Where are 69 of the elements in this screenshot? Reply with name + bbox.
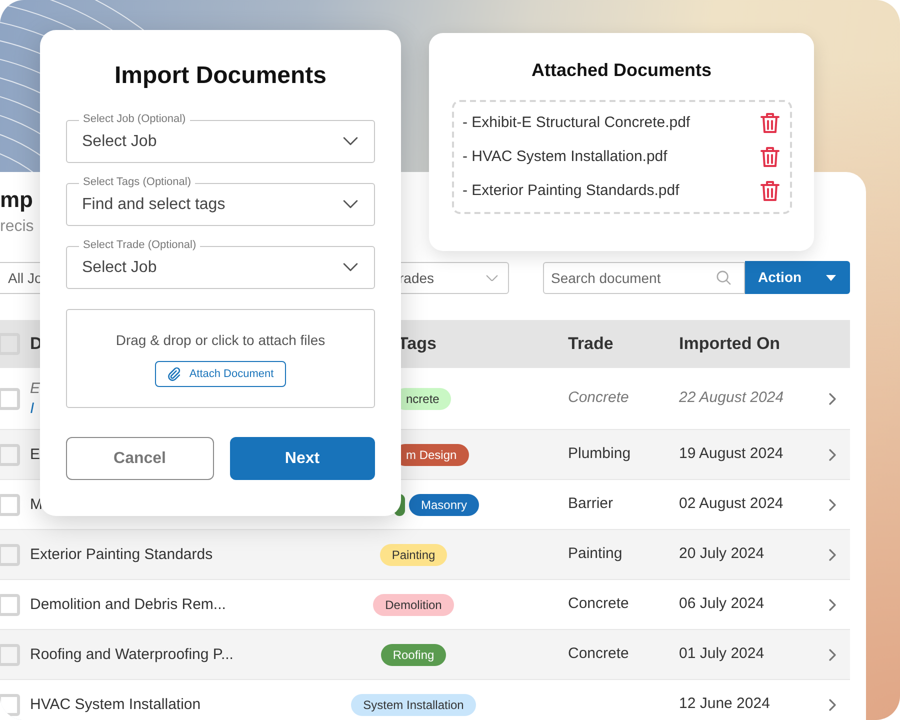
chevron-down-icon	[343, 263, 358, 272]
table-cell: Concrete	[568, 645, 629, 662]
checkbox[interactable]	[0, 644, 20, 666]
tag: Painting	[380, 544, 448, 566]
document-name: E	[30, 378, 40, 398]
tag: Demolition	[373, 594, 454, 616]
table-cell: Painting	[568, 545, 622, 562]
cancel-button[interactable]: Cancel	[66, 437, 214, 480]
column-header: Trade	[568, 334, 614, 354]
chevron-right-icon	[829, 698, 836, 710]
drop-zone[interactable]: Drag & drop or click to attach files Attach Document	[66, 309, 375, 408]
chevron-right-icon	[829, 448, 836, 460]
chevron-right-icon	[829, 498, 836, 510]
document-name: HVAC System Installation	[30, 694, 201, 714]
attach-document-button[interactable]: Attach Document	[155, 361, 286, 387]
trash-icon	[760, 180, 780, 202]
chevron-down-icon	[343, 137, 358, 146]
document-name: Exterior Painting Standards	[30, 544, 213, 564]
file-name: - Exterior Painting Standards.pdf	[462, 180, 680, 201]
chevron-down-icon	[343, 200, 358, 209]
checkbox[interactable]	[0, 388, 20, 410]
table-cell: 02 August 2024	[679, 495, 784, 512]
document-name: Demolition and Debris Rem...	[30, 594, 226, 614]
card-title: Attached Documents	[531, 59, 712, 81]
document-name: E	[30, 444, 40, 464]
dialog-title: Import Documents	[114, 61, 326, 91]
tag: Masonry	[409, 494, 480, 516]
page-subtitle: recis	[0, 217, 34, 237]
drop-zone-text: Drag & drop or click to attach files	[116, 331, 326, 349]
column-header: Imported On	[679, 334, 780, 354]
table-cell: 06 July 2024	[679, 595, 764, 612]
action-button[interactable]: Action	[745, 261, 850, 294]
trash-icon	[760, 112, 780, 134]
checkbox[interactable]	[0, 594, 20, 616]
chevron-right-icon	[829, 548, 836, 560]
checkbox[interactable]	[0, 694, 20, 716]
tag: System Installation	[351, 694, 476, 716]
checkbox[interactable]	[0, 544, 20, 566]
table-cell: 22 August 2024	[679, 389, 784, 406]
checkbox[interactable]	[0, 494, 20, 516]
chevron-right-icon	[829, 598, 836, 610]
chevron-right-icon	[829, 392, 836, 404]
field-label: Select Job (Optional)	[79, 113, 190, 126]
chevron-down-icon	[486, 274, 498, 282]
file-name: - Exhibit-E Structural Concrete.pdf	[462, 112, 690, 133]
table-cell: Concrete	[568, 595, 629, 612]
tag: Roofing	[380, 644, 446, 666]
column-header: Tags	[398, 334, 436, 354]
table-cell: 20 July 2024	[679, 545, 764, 562]
file-name: - HVAC System Installation.pdf	[462, 146, 668, 167]
caret-down-icon	[826, 274, 836, 280]
page-title: mp	[0, 186, 33, 214]
search-icon	[716, 270, 731, 285]
table-cell: Barrier	[568, 495, 614, 512]
paperclip-icon	[167, 367, 182, 381]
field-label: Select Tags (Optional)	[79, 176, 196, 189]
next-button[interactable]: Next	[230, 437, 375, 480]
checkbox[interactable]	[0, 444, 20, 466]
document-name: Roofing and Waterproofing P...	[30, 644, 234, 664]
document-link[interactable]: I	[30, 398, 34, 418]
table-cell: Plumbing	[568, 445, 631, 462]
chevron-right-icon	[829, 648, 836, 660]
table-cell: 12 June 2024	[679, 695, 770, 712]
table-cell: Concrete	[568, 389, 629, 406]
trash-icon	[760, 146, 780, 168]
search-field[interactable]: Search document	[543, 262, 745, 294]
table-cell: 01 July 2024	[679, 645, 764, 662]
table-cell: 19 August 2024	[679, 445, 784, 462]
field-label: Select Trade (Optional)	[79, 239, 200, 252]
